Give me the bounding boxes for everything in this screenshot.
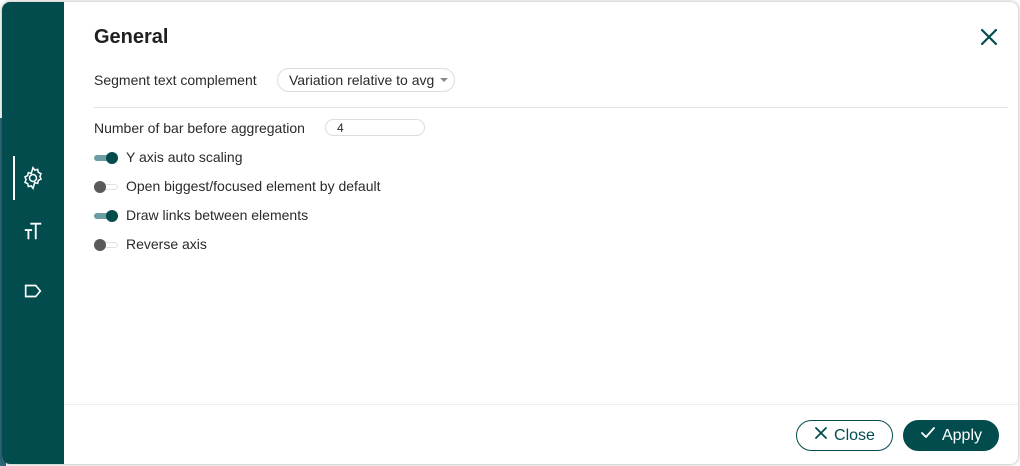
check-icon — [920, 426, 936, 445]
toggle-knob — [94, 239, 106, 251]
gear-icon — [20, 165, 46, 191]
open-biggest-element-toggle[interactable] — [94, 181, 118, 193]
reverse-axis-toggle[interactable] — [94, 239, 118, 251]
segment-text-label: Segment text complement — [94, 72, 257, 88]
text-size-icon — [22, 220, 44, 242]
settings-dialog: General Segment text complement Variatio… — [2, 2, 1018, 464]
bar-aggregation-value: 4 — [337, 120, 344, 135]
y-axis-auto-scaling-toggle[interactable] — [94, 152, 118, 164]
draw-links-toggle[interactable] — [94, 210, 118, 222]
close-icon — [814, 426, 828, 445]
close-button-label: Close — [834, 426, 875, 444]
footer-divider — [64, 404, 1018, 405]
toggle-knob — [94, 181, 106, 193]
chevron-down-icon — [440, 78, 448, 82]
reverse-axis-label: Reverse axis — [126, 236, 207, 252]
sidebar-item-text[interactable] — [12, 209, 54, 253]
apply-button-label: Apply — [941, 426, 983, 444]
draw-links-label: Draw links between elements — [126, 207, 309, 223]
settings-sidebar — [2, 2, 64, 464]
close-button[interactable]: Close — [796, 420, 893, 451]
label-tag-icon — [22, 280, 44, 302]
settings-main: General Segment text complement Variatio… — [64, 2, 1018, 464]
segment-text-value: Variation relative to avg — [289, 72, 435, 88]
sidebar-item-labels[interactable] — [12, 269, 54, 313]
section-divider — [94, 107, 1008, 108]
toggle-knob — [106, 152, 118, 164]
open-biggest-element-label: Open biggest/focused element by default — [126, 178, 381, 194]
segment-text-select[interactable]: Variation relative to avg — [277, 68, 455, 92]
dialog-title: General — [94, 26, 169, 48]
sidebar-item-general[interactable] — [12, 156, 54, 200]
y-axis-auto-scaling-label: Y axis auto scaling — [126, 149, 243, 165]
toggle-knob — [106, 210, 118, 222]
bar-aggregation-label: Number of bar before aggregation — [94, 120, 305, 136]
apply-button[interactable]: Apply — [903, 420, 999, 451]
close-icon[interactable] — [978, 26, 1000, 48]
bar-aggregation-input[interactable]: 4 — [325, 119, 425, 136]
